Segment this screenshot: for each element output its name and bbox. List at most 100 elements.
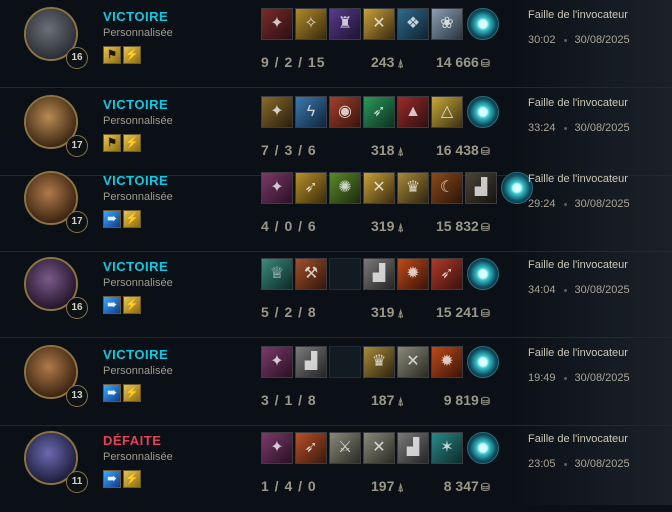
empty-slot — [329, 258, 361, 290]
ward-trinket-icon — [467, 346, 499, 378]
minion-icon: ⍋ — [397, 58, 404, 70]
summoner-spells: ➠ ⚡ — [103, 296, 141, 314]
match-row[interactable]: 11 DÉFAITE Personnalisée ➠ ⚡ ✦ ➶ ⚔ ✕ ▟ ✶ 1 / 4… — [0, 424, 672, 512]
steel-boots-item-icon: ▟ — [397, 432, 429, 464]
summoner-spells: ⚑ ⚡ — [103, 46, 141, 64]
game-mode: Personnalisée — [103, 365, 173, 377]
minion-icon: ⍋ — [397, 146, 404, 158]
gold-earned: 15 832 ⛁ — [435, 218, 490, 234]
match-row[interactable]: 17 VICTOIRE Personnalisée ➠ ⚡ ✦ ➶ ✺ ✕ ♛ ☾ ▟ 4 /… — [0, 164, 672, 252]
steel-sword-item-icon: ⚔ — [329, 432, 361, 464]
black-boots-item-icon: ▟ — [465, 172, 497, 204]
gold-earned: 9 819 ⛁ — [443, 392, 490, 408]
gold-coins-icon: ⛁ — [480, 308, 490, 320]
red-blade-item-icon: ✦ — [261, 8, 293, 40]
ward-trinket-icon — [467, 258, 499, 290]
golden-triangle-item-icon: △ — [431, 96, 463, 128]
steel-boots-item-icon: ▟ — [363, 258, 395, 290]
separator-dot — [563, 126, 567, 130]
summoner-spells: ➠ ⚡ — [103, 470, 141, 488]
golden-helm-item-icon: ♛ — [397, 172, 429, 204]
summoner-spells: ⚑ ⚡ — [103, 134, 141, 152]
match-result: VICTOIRE — [103, 259, 169, 274]
minion-icon: ⍋ — [397, 482, 404, 494]
gold-spell-icon: ⚑ — [103, 46, 121, 64]
gold-coins-icon: ⛁ — [480, 482, 490, 494]
white-wings-item-icon: ❀ — [431, 8, 463, 40]
match-result: VICTOIRE — [103, 173, 169, 188]
match-row[interactable]: 16 VICTOIRE Personnalisée ⚑ ⚡ ✦ ✧ ♜ ✕ ❖ ❀ 9 / … — [0, 0, 672, 88]
gold-spell-icon: ⚑ — [103, 134, 121, 152]
champion-level-badge: 11 — [66, 471, 88, 493]
purple-tower-item-icon: ♜ — [329, 8, 361, 40]
minion-icon: ⍋ — [397, 308, 404, 320]
creep-score: 187 ⍋ — [371, 392, 404, 408]
green-dagger-item-icon: ➶ — [363, 96, 395, 128]
item-build: ♕ ⚒ ▟ ✹ ➶ — [261, 258, 499, 290]
gold-earned: 8 347 ⛁ — [443, 478, 490, 494]
green-spikes-item-icon: ✺ — [329, 172, 361, 204]
match-row[interactable]: 17 VICTOIRE Personnalisée ⚑ ⚡ ✦ ϟ ◉ ➶ ▲ △ 7 / … — [0, 88, 672, 176]
match-duration: 23:05 — [528, 458, 556, 470]
item-build: ✦ ✧ ♜ ✕ ❖ ❀ — [261, 8, 499, 40]
blue-eagle-item-icon: ❖ — [397, 8, 429, 40]
gold-coins-icon: ⛁ — [480, 396, 490, 408]
match-result: VICTOIRE — [103, 347, 169, 362]
flash-spell-icon: ⚡ — [123, 134, 141, 152]
teal-star-item-icon: ✶ — [431, 432, 463, 464]
creep-score: 319 ⍋ — [371, 218, 404, 234]
kda: 4 / 0 / 6 — [261, 218, 317, 234]
flash-spell-icon: ⚡ — [123, 210, 141, 228]
match-time: 34:04 30/08/2025 — [528, 284, 630, 296]
bow-item-icon: ☾ — [431, 172, 463, 204]
ghost-spell-icon: ➠ — [103, 210, 121, 228]
gold-coins-icon: ⛁ — [480, 222, 490, 234]
match-duration: 33:24 — [528, 122, 556, 134]
match-row[interactable]: 16 VICTOIRE Personnalisée ➠ ⚡ ♕ ⚒ ▟ ✹ ➶ 5 / 2… — [0, 250, 672, 338]
red-cannon-item-icon: ◉ — [329, 96, 361, 128]
match-date: 30/08/2025 — [574, 458, 630, 470]
ghost-spell-icon: ➠ — [103, 384, 121, 402]
gold-earned: 16 438 ⛁ — [435, 142, 490, 158]
map-name: Faille de l'invocateur — [528, 347, 628, 359]
purple-dagger-item-icon: ✦ — [261, 346, 293, 378]
purple-dagger-item-icon: ✦ — [261, 432, 293, 464]
crossed-swords-item-icon: ✕ — [397, 346, 429, 378]
flash-spell-icon: ⚡ — [123, 470, 141, 488]
separator-dot — [563, 38, 567, 42]
match-result: VICTOIRE — [103, 97, 169, 112]
red-arrows-item-icon: ➶ — [431, 258, 463, 290]
map-name: Faille de l'invocateur — [528, 9, 628, 21]
item-build: ✦ ϟ ◉ ➶ ▲ △ — [261, 96, 499, 128]
creep-score: 197 ⍋ — [371, 478, 404, 494]
item-build: ✦ ▟ ♛ ✕ ✹ — [261, 346, 499, 378]
match-time: 19:49 30/08/2025 — [528, 372, 630, 384]
match-result: VICTOIRE — [103, 9, 169, 24]
map-name: Faille de l'invocateur — [528, 173, 628, 185]
game-mode: Personnalisée — [103, 27, 173, 39]
match-date: 30/08/2025 — [574, 198, 630, 210]
summoner-spells: ➠ ⚡ — [103, 384, 141, 402]
kda: 9 / 2 / 15 — [261, 54, 326, 70]
fire-arrows-item-icon: ➶ — [295, 432, 327, 464]
kda: 5 / 2 / 8 — [261, 304, 317, 320]
golden-arrows-item-icon: ➶ — [295, 172, 327, 204]
match-row[interactable]: 13 VICTOIRE Personnalisée ➠ ⚡ ✦ ▟ ♛ ✕ ✹ 3 / 1… — [0, 338, 672, 426]
kda: 1 / 4 / 0 — [261, 478, 317, 494]
separator-dot — [563, 462, 567, 466]
item-build: ✦ ➶ ⚔ ✕ ▟ ✶ — [261, 432, 499, 464]
champion-level-badge: 13 — [66, 385, 88, 407]
creep-score: 319 ⍋ — [371, 304, 404, 320]
match-duration: 19:49 — [528, 372, 556, 384]
flash-spell-icon: ⚡ — [123, 384, 141, 402]
golden-helm-item-icon: ♛ — [363, 346, 395, 378]
item-build: ✦ ➶ ✺ ✕ ♛ ☾ ▟ — [261, 172, 533, 204]
minion-icon: ⍋ — [397, 222, 404, 234]
match-time: 30:02 30/08/2025 — [528, 34, 630, 46]
red-axe-item-icon: ⚒ — [295, 258, 327, 290]
gold-earned: 15 241 ⛁ — [435, 304, 490, 320]
gold-coins-icon: ⛁ — [480, 146, 490, 158]
champion-level-badge: 16 — [66, 297, 88, 319]
golden-spear-item-icon: ✧ — [295, 8, 327, 40]
game-mode: Personnalisée — [103, 451, 173, 463]
